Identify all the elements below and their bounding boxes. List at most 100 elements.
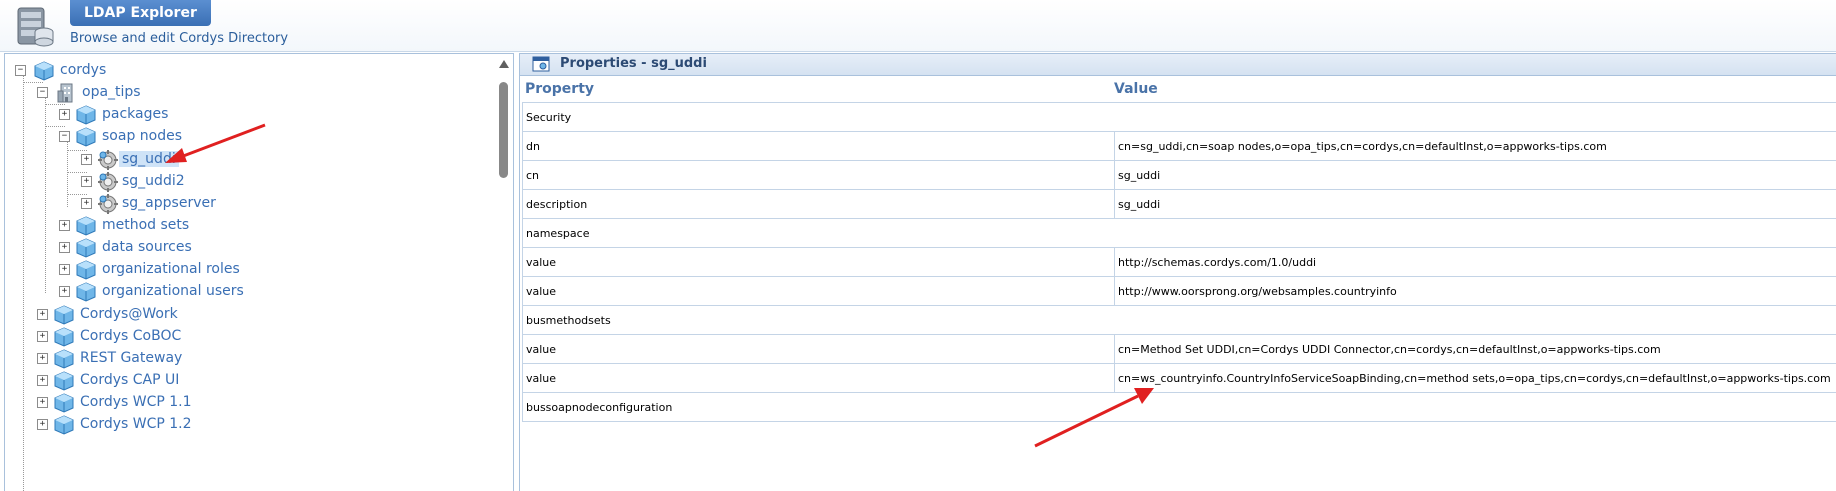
property-cell: value xyxy=(523,248,1115,277)
properties-panel: Properties - sg_uddi Property Value Secu… xyxy=(519,53,1836,491)
tree-node-cordys-coboc[interactable]: + Cordys CoBOC xyxy=(5,326,485,348)
tree-node-label[interactable]: cordys xyxy=(57,62,109,78)
expand-icon[interactable]: + xyxy=(37,375,48,386)
expand-icon[interactable]: + xyxy=(81,154,92,165)
expand-icon[interactable]: + xyxy=(37,309,48,320)
tree-node-label[interactable]: opa_tips xyxy=(79,84,144,100)
tree-scrollbar[interactable] xyxy=(498,60,510,491)
property-cell: busmethodsets xyxy=(523,306,1836,335)
cube-icon xyxy=(75,104,97,126)
table-row[interactable]: value cn=Method Set UDDI,cn=Cordys UDDI … xyxy=(523,335,1836,364)
tree-node-label[interactable]: sg_appserver xyxy=(119,195,219,211)
building-icon xyxy=(55,82,77,104)
tree-node-cordys[interactable]: − cordys xyxy=(5,60,485,82)
expand-icon[interactable]: + xyxy=(37,419,48,430)
tree-node-cordys-wcp-1-1[interactable]: + Cordys WCP 1.1 xyxy=(5,392,485,414)
tree-node-label[interactable]: Cordys WCP 1.1 xyxy=(77,394,195,410)
cube-icon xyxy=(53,304,75,326)
table-row[interactable]: cn sg_uddi xyxy=(523,161,1836,190)
tree-node-label[interactable]: method sets xyxy=(99,217,192,233)
expand-icon[interactable]: + xyxy=(81,198,92,209)
tree-node-sg-uddi2[interactable]: + sg_uddi2 xyxy=(5,171,485,193)
property-cell: value xyxy=(523,364,1115,393)
tree-node-label[interactable]: data sources xyxy=(99,239,195,255)
value-cell[interactable]: http://schemas.cordys.com/1.0/uddi xyxy=(1115,248,1836,277)
cube-icon xyxy=(75,215,97,237)
value-cell[interactable]: sg_uddi xyxy=(1115,161,1836,190)
expand-icon[interactable]: + xyxy=(59,220,70,231)
expand-icon[interactable]: + xyxy=(81,176,92,187)
value-cell[interactable]: cn=ws_countryinfo.CountryInfoServiceSoap… xyxy=(1115,364,1836,393)
value-cell[interactable]: http://www.oorsprong.org/websamples.coun… xyxy=(1115,277,1836,306)
table-row[interactable]: bussoapnodeconfiguration xyxy=(523,393,1836,422)
directory-tree-panel: − cordys − opa_tips + packages − soap no… xyxy=(4,53,514,491)
scroll-up-arrow-icon[interactable] xyxy=(499,60,509,68)
collapse-icon[interactable]: − xyxy=(15,65,26,76)
table-row[interactable]: description sg_uddi xyxy=(523,190,1836,219)
gear-service-icon xyxy=(97,193,119,215)
tree-node-sg-appserver[interactable]: + sg_appserver xyxy=(5,193,485,215)
collapse-icon[interactable]: − xyxy=(37,87,48,98)
tree-node-organizational-users[interactable]: + organizational users xyxy=(5,281,485,303)
tree-node-label[interactable]: sg_uddi2 xyxy=(119,173,188,189)
tree-node-cordys-at-work[interactable]: + Cordys@Work xyxy=(5,304,485,326)
property-cell: description xyxy=(523,190,1115,219)
property-cell: value xyxy=(523,335,1115,364)
table-row[interactable]: value http://schemas.cordys.com/1.0/uddi xyxy=(523,248,1836,277)
collapse-icon[interactable]: − xyxy=(59,131,70,142)
column-header-property[interactable]: Property xyxy=(525,76,594,102)
scroll-thumb[interactable] xyxy=(499,82,508,178)
expand-icon[interactable]: + xyxy=(37,397,48,408)
app-title: LDAP Explorer xyxy=(70,0,211,26)
expand-icon[interactable]: + xyxy=(37,331,48,342)
expand-icon[interactable]: + xyxy=(59,109,70,120)
tree-node-label[interactable]: organizational roles xyxy=(99,261,243,277)
tree-node-cordys-wcp-1-2[interactable]: + Cordys WCP 1.2 xyxy=(5,414,485,436)
properties-table: Security dn cn=sg_uddi,cn=soap nodes,o=o… xyxy=(522,102,1836,422)
property-cell: bussoapnodeconfiguration xyxy=(523,393,1836,422)
tree-node-label[interactable]: Cordys WCP 1.2 xyxy=(77,416,195,432)
table-row[interactable]: namespace xyxy=(523,219,1836,248)
property-cell: cn xyxy=(523,161,1115,190)
property-cell: namespace xyxy=(523,219,1836,248)
tree-node-cordys-cap-ui[interactable]: + Cordys CAP UI xyxy=(5,370,485,392)
cube-icon xyxy=(53,348,75,370)
table-row[interactable]: busmethodsets xyxy=(523,306,1836,335)
tree-node-label[interactable]: Cordys CAP UI xyxy=(77,372,182,388)
properties-title-bar: Properties - sg_uddi xyxy=(520,54,1836,76)
table-row[interactable]: value cn=ws_countryinfo.CountryInfoServi… xyxy=(523,364,1836,393)
value-cell[interactable]: cn=Method Set UDDI,cn=Cordys UDDI Connec… xyxy=(1115,335,1836,364)
table-row[interactable]: Security xyxy=(523,103,1836,132)
tree-node-data-sources[interactable]: + data sources xyxy=(5,237,485,259)
tree-node-opa-tips[interactable]: − opa_tips xyxy=(5,82,485,104)
properties-title: Properties - sg_uddi xyxy=(560,56,707,71)
value-cell[interactable]: cn=sg_uddi,cn=soap nodes,o=opa_tips,cn=c… xyxy=(1115,132,1836,161)
app-subtitle: Browse and edit Cordys Directory xyxy=(70,31,288,46)
tree-node-label[interactable]: organizational users xyxy=(99,283,247,299)
table-row[interactable]: dn cn=sg_uddi,cn=soap nodes,o=opa_tips,c… xyxy=(523,132,1836,161)
gear-service-icon xyxy=(97,149,119,171)
property-cell: Security xyxy=(523,103,1836,132)
expand-icon[interactable]: + xyxy=(59,242,70,253)
tree-node-organizational-roles[interactable]: + organizational roles xyxy=(5,259,485,281)
gear-service-icon xyxy=(97,171,119,193)
annotation-arrow-icon xyxy=(160,120,270,170)
cube-icon xyxy=(75,126,97,148)
cube-icon xyxy=(53,326,75,348)
table-row[interactable]: value http://www.oorsprong.org/websample… xyxy=(523,277,1836,306)
expand-icon[interactable]: + xyxy=(37,353,48,364)
property-cell: value xyxy=(523,277,1115,306)
cube-icon xyxy=(53,370,75,392)
tree-node-label[interactable]: REST Gateway xyxy=(77,350,185,366)
cube-icon xyxy=(33,60,55,82)
app-header: LDAP Explorer Browse and edit Cordys Dir… xyxy=(0,0,1836,52)
tree-node-label[interactable]: Cordys CoBOC xyxy=(77,328,184,344)
tree-node-label[interactable]: Cordys@Work xyxy=(77,306,181,322)
column-header-value[interactable]: Value xyxy=(1114,76,1158,102)
value-cell[interactable]: sg_uddi xyxy=(1115,190,1836,219)
expand-icon[interactable]: + xyxy=(59,264,70,275)
tree-node-method-sets[interactable]: + method sets xyxy=(5,215,485,237)
cube-icon xyxy=(75,281,97,303)
expand-icon[interactable]: + xyxy=(59,286,70,297)
tree-node-rest-gateway[interactable]: + REST Gateway xyxy=(5,348,485,370)
